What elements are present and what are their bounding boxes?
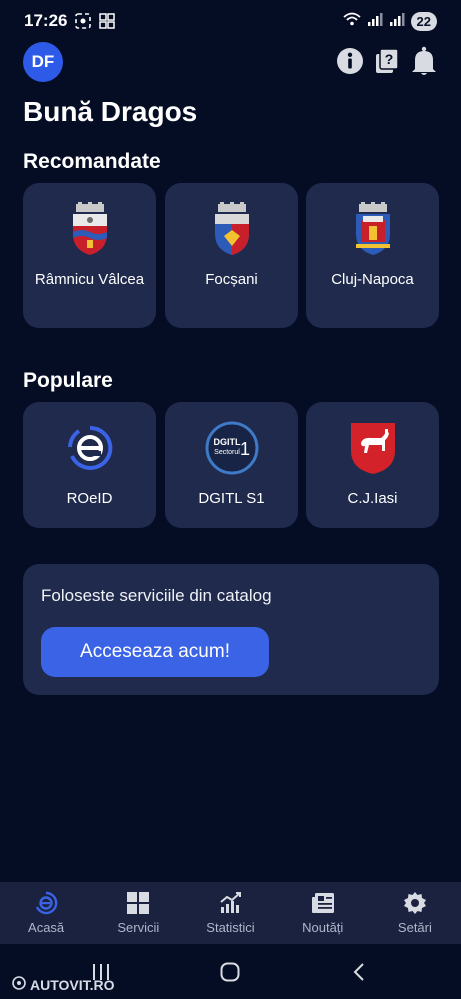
nav-label: Acasă xyxy=(28,920,65,935)
card-label: Focșani xyxy=(205,271,258,288)
chart-icon xyxy=(218,890,244,916)
access-now-button[interactable]: Acceseaza acum! xyxy=(41,627,269,677)
signal-icon xyxy=(367,12,383,31)
watermark-logo-icon xyxy=(12,976,26,993)
nav-item-news[interactable]: Noutăți xyxy=(277,882,369,944)
recommended-card-focsani[interactable]: Focșani xyxy=(165,183,298,328)
nav-item-services[interactable]: Servicii xyxy=(92,882,184,944)
status-left: 17:26 xyxy=(24,11,116,31)
status-right: 22 xyxy=(342,11,437,31)
bell-icon[interactable] xyxy=(409,46,439,76)
recommended-card-cluj-napoca[interactable]: Cluj-Napoca xyxy=(306,183,439,328)
greeting-title: Bună Dragos xyxy=(23,96,198,127)
card-label: ROeID xyxy=(66,490,113,507)
dgitl-logo-subtext: Sectorul xyxy=(214,449,240,456)
card-label: DGITL S1 xyxy=(198,490,265,507)
iasi-county-coat-of-arms-icon xyxy=(345,420,401,476)
grid-icon xyxy=(125,890,151,916)
back-icon[interactable] xyxy=(352,962,366,987)
card-label: Râmnicu Vâlcea xyxy=(34,271,145,288)
signal-2-icon xyxy=(389,12,405,31)
status-bar: 17:26 22 xyxy=(0,0,461,42)
catalog-promo-text: Foloseste serviciile din catalog xyxy=(41,586,272,605)
bottom-navigation: Acasă Servicii Statistici Noutăți Setări xyxy=(0,882,461,944)
status-time: 17:26 xyxy=(24,11,68,30)
news-icon xyxy=(310,890,336,916)
screenshot-icon xyxy=(75,13,92,29)
recommended-card-ramnicu-valcea[interactable]: Râmnicu Vâlcea xyxy=(23,183,156,328)
recommended-section-title: Recomandate xyxy=(23,150,161,173)
svg-text:?: ? xyxy=(385,51,394,67)
dgitl-logo-number: 1 xyxy=(239,439,249,459)
ramnicu-valcea-coat-of-arms-icon xyxy=(62,201,118,257)
top-bar: DF ? xyxy=(0,42,461,82)
battery-indicator: 22 xyxy=(410,11,437,31)
gear-icon xyxy=(402,890,428,916)
nav-label: Servicii xyxy=(117,920,160,935)
avatar[interactable]: DF xyxy=(23,42,63,82)
roeid-logo-icon xyxy=(62,420,118,476)
nav-label: Statistici xyxy=(206,920,255,935)
grid-status-icon xyxy=(99,13,116,29)
card-label: Cluj-Napoca xyxy=(331,271,414,288)
cluj-napoca-coat-of-arms-icon xyxy=(345,201,401,257)
info-icon[interactable] xyxy=(335,46,365,76)
dgitl-logo-text: DGITL xyxy=(213,437,240,447)
dgitl-sector1-logo-icon: DGITL Sectorul 1 xyxy=(204,420,260,476)
popular-card-roeid[interactable]: ROeID xyxy=(23,402,156,528)
home-icon xyxy=(33,890,59,916)
home-button-icon[interactable] xyxy=(220,962,240,987)
popular-section-title: Populare xyxy=(23,369,113,392)
catalog-promo-box: Foloseste serviciile din catalog Accesea… xyxy=(23,564,439,695)
popular-card-dgitl-s1[interactable]: DGITL Sectorul 1 DGITL S1 xyxy=(165,402,298,528)
wifi-icon xyxy=(342,12,361,31)
help-book-icon[interactable]: ? xyxy=(372,46,402,76)
nav-item-home[interactable]: Acasă xyxy=(0,882,92,944)
popular-card-cj-iasi[interactable]: C.J.Iasi xyxy=(306,402,439,528)
nav-label: Noutăți xyxy=(302,920,344,935)
nav-item-statistics[interactable]: Statistici xyxy=(184,882,276,944)
watermark-text: AUTOVIT.RO xyxy=(30,976,115,993)
focsani-coat-of-arms-icon xyxy=(204,201,260,257)
card-label: C.J.Iasi xyxy=(347,490,398,507)
watermark: AUTOVIT.RO xyxy=(12,976,115,993)
nav-label: Setări xyxy=(397,920,432,935)
nav-item-settings[interactable]: Setări xyxy=(369,882,461,944)
